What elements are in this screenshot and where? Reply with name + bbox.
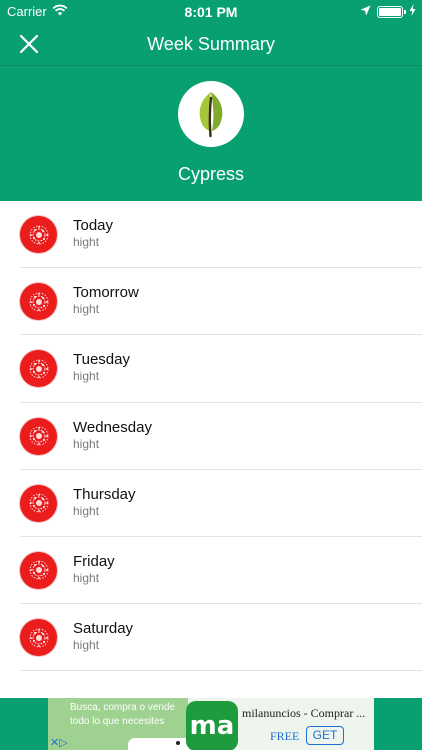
status-time: 8:01 PM [184, 4, 238, 20]
ad-title: milanuncios - Comprar ... [242, 706, 366, 720]
ad-price: FREE [270, 729, 300, 743]
leaf-icon [199, 92, 223, 138]
ad-tagline-line1: Busca, compra o vende [70, 702, 176, 713]
day-level: hight [73, 570, 100, 585]
day-name: Saturday [73, 620, 134, 638]
day-name: Tuesday [73, 351, 130, 369]
day-level: hight [73, 369, 100, 384]
pollen-icon [20, 619, 57, 657]
species-name: Cypress [177, 164, 244, 184]
day-row-tomorrow[interactable]: Tomorrow hight [0, 268, 422, 336]
pollen-icon [20, 551, 57, 589]
day-level: hight [73, 436, 100, 451]
day-row-today[interactable]: Today hight [0, 201, 422, 269]
nav-bar: Week Summary [0, 22, 422, 66]
day-level: hight [73, 235, 100, 249]
status-bar: Carrier 8:01 PM [0, 0, 422, 22]
pollen-icon [20, 417, 57, 455]
day-level: hight [73, 503, 100, 518]
day-list: Today hight Tomorrow hight Tuesday hight Wedne… [0, 201, 422, 672]
ad-app-logo: ma [186, 701, 238, 750]
day-level: hight [73, 638, 100, 653]
battery-fill [379, 7, 401, 16]
pollen-icon [20, 216, 57, 253]
pollen-icon [20, 350, 57, 388]
day-name: Friday [73, 552, 115, 570]
species-logo [178, 81, 244, 147]
day-name: Tomorrow [73, 284, 139, 302]
ad-get-button[interactable]: GET [306, 726, 344, 745]
day-name: Wednesday [73, 418, 152, 436]
species-header: Cypress [0, 66, 422, 201]
row-divider [20, 670, 422, 672]
status-right [360, 4, 416, 19]
day-row-wednesday[interactable]: Wednesday hight [0, 403, 422, 470]
day-row-saturday[interactable]: Saturday hight [0, 604, 422, 672]
pollen-icon [20, 283, 57, 321]
charging-icon [409, 4, 416, 19]
ad-close-icon[interactable]: ✕▷ [50, 736, 68, 749]
day-name: Thursday [73, 485, 136, 503]
day-level: hight [73, 302, 100, 317]
day-row-thursday[interactable]: Thursday hight [0, 470, 422, 537]
ad-tagline-line2: todo lo que necesites [70, 716, 165, 727]
ad-dot [176, 741, 180, 745]
day-row-tuesday[interactable]: Tuesday hight [0, 335, 422, 403]
day-row-friday[interactable]: Friday hight [0, 537, 422, 605]
page-title: Week Summary [147, 34, 275, 54]
ad-banner[interactable]: Busca, compra o vende todo lo que necesi… [48, 698, 374, 750]
location-icon [360, 4, 371, 19]
pollen-icon [20, 484, 57, 522]
day-name: Today [73, 217, 114, 234]
battery-icon [377, 5, 406, 18]
